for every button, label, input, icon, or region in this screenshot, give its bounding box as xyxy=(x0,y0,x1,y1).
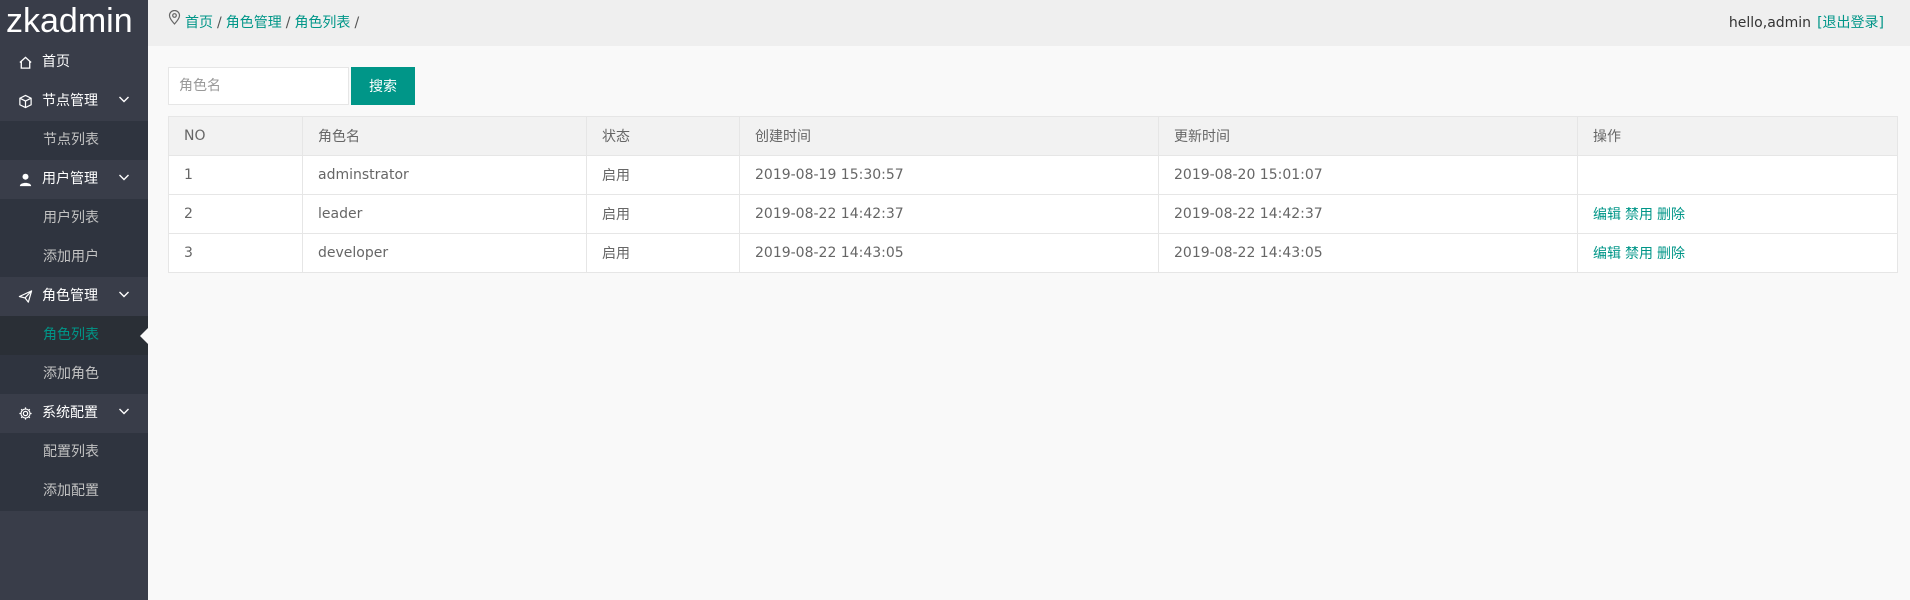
sidebar-item-add-config[interactable]: 添加配置 xyxy=(0,472,148,511)
sidebar-item-system-config[interactable]: 系统配置 xyxy=(0,394,148,433)
table-row: 2 leader 启用 2019-08-22 14:42:37 2019-08-… xyxy=(168,194,1898,234)
sidebar-menu: 首页 节点管理 节点列表 用户管理 用户列表 添加用户 角色管理 角色列表 添加… xyxy=(0,43,148,511)
cell-created: 2019-08-19 15:30:57 xyxy=(739,155,1159,195)
breadcrumb-role-list[interactable]: 角色列表 xyxy=(294,15,350,31)
delete-link[interactable]: 删除 xyxy=(1657,246,1685,262)
cell-updated: 2019-08-22 14:43:05 xyxy=(1158,233,1578,273)
chevron-down-icon xyxy=(118,277,130,316)
edit-link[interactable]: 编辑 xyxy=(1593,246,1621,262)
cell-created: 2019-08-22 14:42:37 xyxy=(739,194,1159,234)
cell-actions: 编辑 禁用 删除 xyxy=(1577,194,1898,234)
disable-link[interactable]: 禁用 xyxy=(1625,207,1653,223)
cell-updated: 2019-08-22 14:42:37 xyxy=(1158,194,1578,234)
table-row: 1 adminstrator 启用 2019-08-19 15:30:57 20… xyxy=(168,155,1898,195)
paper-plane-icon xyxy=(18,289,36,304)
breadcrumb-role-management[interactable]: 角色管理 xyxy=(226,15,282,31)
sidebar-item-add-role[interactable]: 添加角色 xyxy=(0,355,148,394)
delete-link[interactable]: 删除 xyxy=(1657,207,1685,223)
column-header-actions: 操作 xyxy=(1577,116,1898,156)
column-header-updated: 更新时间 xyxy=(1158,116,1578,156)
cell-status: 启用 xyxy=(586,194,740,234)
logout-link[interactable]: [退出登录] xyxy=(1817,15,1884,31)
sidebar-item-user-list[interactable]: 用户列表 xyxy=(0,199,148,238)
cell-no: 2 xyxy=(168,194,303,234)
sidebar-item-label: 首页 xyxy=(42,54,70,70)
gear-icon xyxy=(18,406,36,421)
active-indicator xyxy=(140,328,148,344)
app-logo[interactable]: zkadmin xyxy=(0,0,148,43)
chevron-down-icon xyxy=(118,82,130,121)
breadcrumb-home[interactable]: 首页 xyxy=(185,15,213,31)
breadcrumb: 首页 / 角色管理 / 角色列表 / xyxy=(168,0,363,46)
sidebar-item-label: 用户管理 xyxy=(42,171,98,187)
chevron-down-icon xyxy=(118,394,130,433)
sidebar-item-label: 节点管理 xyxy=(42,93,98,109)
column-header-status: 状态 xyxy=(586,116,740,156)
cell-created: 2019-08-22 14:43:05 xyxy=(739,233,1159,273)
top-header: 首页 / 角色管理 / 角色列表 / hello,admin [退出登录] xyxy=(148,0,1910,46)
user-icon xyxy=(18,172,36,187)
cell-role-name: adminstrator xyxy=(302,155,587,195)
edit-link[interactable]: 编辑 xyxy=(1593,207,1621,223)
sidebar-item-node-management[interactable]: 节点管理 xyxy=(0,82,148,121)
search-bar: 搜索 xyxy=(168,67,1898,105)
column-header-no: NO xyxy=(168,116,303,156)
cell-role-name: developer xyxy=(302,233,587,273)
breadcrumb-separator: / xyxy=(354,15,360,31)
sidebar-item-user-management[interactable]: 用户管理 xyxy=(0,160,148,199)
role-table: NO 角色名 状态 创建时间 更新时间 操作 1 adminstrator 启用… xyxy=(168,116,1898,273)
search-button[interactable]: 搜索 xyxy=(351,67,415,105)
cell-role-name: leader xyxy=(302,194,587,234)
sidebar-item-home[interactable]: 首页 xyxy=(0,43,148,82)
sidebar-item-role-list[interactable]: 角色列表 xyxy=(0,316,148,355)
disable-link[interactable]: 禁用 xyxy=(1625,246,1653,262)
home-icon xyxy=(18,55,36,70)
sidebar-item-node-list[interactable]: 节点列表 xyxy=(0,121,148,160)
sidebar-item-role-management[interactable]: 角色管理 xyxy=(0,277,148,316)
cell-no: 3 xyxy=(168,233,303,273)
sidebar-item-add-user[interactable]: 添加用户 xyxy=(0,238,148,277)
cell-status: 启用 xyxy=(586,233,740,273)
table-header-row: NO 角色名 状态 创建时间 更新时间 操作 xyxy=(168,116,1898,156)
column-header-role-name: 角色名 xyxy=(302,116,587,156)
table-row: 3 developer 启用 2019-08-22 14:43:05 2019-… xyxy=(168,233,1898,273)
role-name-search-input[interactable] xyxy=(168,67,349,105)
sidebar-item-label: 角色管理 xyxy=(42,288,98,304)
chevron-down-icon xyxy=(118,160,130,199)
location-pin-icon xyxy=(168,0,181,44)
user-area: hello,admin [退出登录] xyxy=(1729,0,1884,46)
cell-actions xyxy=(1577,155,1898,195)
column-header-created: 创建时间 xyxy=(739,116,1159,156)
cell-updated: 2019-08-20 15:01:07 xyxy=(1158,155,1578,195)
cell-status: 启用 xyxy=(586,155,740,195)
breadcrumb-separator: / xyxy=(285,15,291,31)
sidebar-item-config-list[interactable]: 配置列表 xyxy=(0,433,148,472)
cell-actions: 编辑 禁用 删除 xyxy=(1577,233,1898,273)
cube-icon xyxy=(18,94,36,109)
user-greeting: hello,admin xyxy=(1728,15,1812,31)
cell-no: 1 xyxy=(168,155,303,195)
sidebar-item-label: 角色列表 xyxy=(43,327,99,343)
breadcrumb-separator: / xyxy=(217,15,222,31)
sidebar: zkadmin 首页 节点管理 节点列表 用户管理 用户列表 添加用户 角色管理… xyxy=(0,0,148,600)
main-content: 搜索 NO 角色名 状态 创建时间 更新时间 操作 1 adminstrator… xyxy=(168,67,1898,273)
sidebar-item-label: 系统配置 xyxy=(42,405,98,421)
